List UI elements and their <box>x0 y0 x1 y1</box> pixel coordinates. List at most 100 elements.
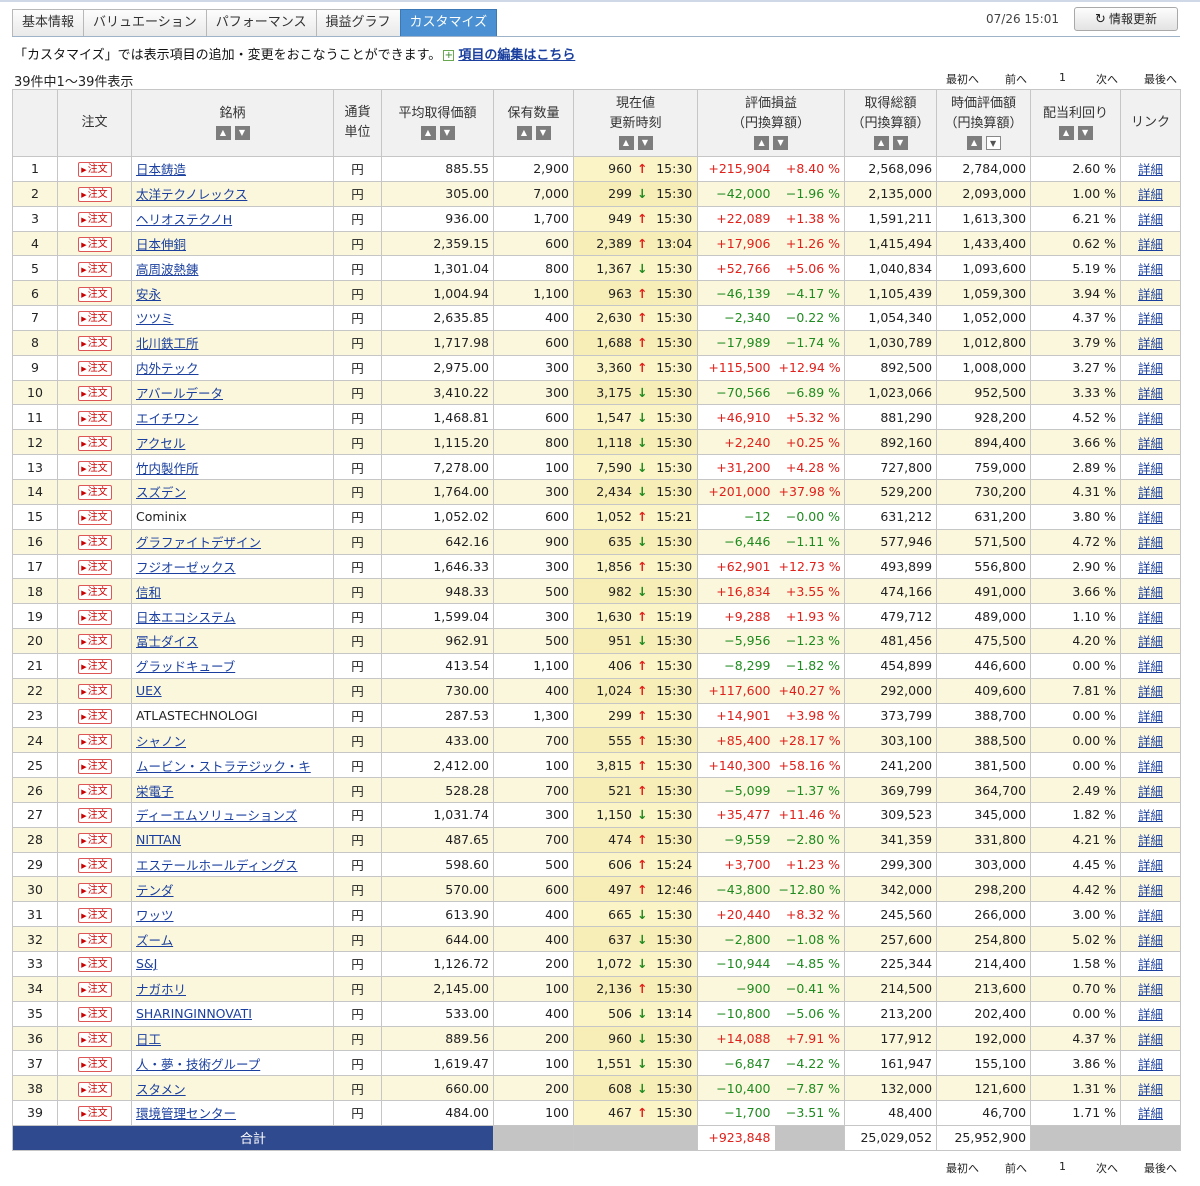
detail-link[interactable]: 詳細 <box>1138 659 1163 674</box>
order-button[interactable]: ▶注文 <box>77 783 112 799</box>
sort-desc-icon[interactable]: ▼ <box>234 126 250 140</box>
sort-asc-icon[interactable]: ▲ <box>420 126 436 140</box>
order-button[interactable]: ▶注文 <box>77 957 112 973</box>
sort-desc-icon[interactable]: ▼ <box>1077 126 1093 140</box>
order-button[interactable]: ▶注文 <box>77 361 112 377</box>
order-button[interactable]: ▶注文 <box>77 808 112 824</box>
stock-name-link[interactable]: エイチワン <box>136 411 199 426</box>
tab-valuation[interactable]: バリュエーション <box>83 9 207 36</box>
order-button[interactable]: ▶注文 <box>77 535 112 551</box>
stock-name-link[interactable]: 日本エコシステム <box>136 610 236 625</box>
order-button[interactable]: ▶注文 <box>77 485 112 501</box>
detail-link[interactable]: 詳細 <box>1138 858 1163 873</box>
detail-link[interactable]: 詳細 <box>1138 982 1163 997</box>
pager-first-link[interactable]: 最初へ <box>946 71 979 87</box>
stock-name-link[interactable]: 冨士ダイス <box>136 634 198 649</box>
order-button[interactable]: ▶注文 <box>77 1056 112 1072</box>
order-button[interactable]: ▶注文 <box>77 858 112 874</box>
detail-link[interactable]: 詳細 <box>1138 709 1163 724</box>
refresh-button[interactable]: ↻ 情報更新 <box>1074 7 1178 31</box>
order-button[interactable]: ▶注文 <box>77 882 112 898</box>
sort-asc-icon[interactable]: ▲ <box>618 136 634 150</box>
order-button[interactable]: ▶注文 <box>77 559 112 575</box>
detail-link[interactable]: 詳細 <box>1138 957 1163 972</box>
detail-link[interactable]: 詳細 <box>1138 461 1163 476</box>
detail-link[interactable]: 詳細 <box>1138 784 1163 799</box>
order-button[interactable]: ▶注文 <box>77 733 112 749</box>
stock-name-link[interactable]: ヘリオステクノH <box>136 212 232 227</box>
pager-next-link[interactable]: 次へ <box>1096 71 1118 87</box>
detail-link[interactable]: 詳細 <box>1138 684 1163 699</box>
stock-name-link[interactable]: 内外テック <box>136 361 199 376</box>
order-button[interactable]: ▶注文 <box>77 1106 112 1122</box>
detail-link[interactable]: 詳細 <box>1138 485 1163 500</box>
stock-name-link[interactable]: ワッツ <box>136 908 174 923</box>
detail-link[interactable]: 詳細 <box>1138 510 1163 525</box>
stock-name-link[interactable]: テンダ <box>136 883 174 898</box>
order-button[interactable]: ▶注文 <box>77 236 112 252</box>
sort-asc-icon[interactable]: ▲ <box>1058 126 1074 140</box>
stock-name-link[interactable]: アバールデータ <box>136 386 223 401</box>
sort-desc-icon[interactable]: ▼ <box>773 136 789 150</box>
pager-last-link[interactable]: 最後へ <box>1144 71 1177 87</box>
stock-name-link[interactable]: 高周波熱錬 <box>136 262 199 277</box>
stock-name-link[interactable]: 環境管理センター <box>136 1106 236 1121</box>
detail-link[interactable]: 詳細 <box>1138 1032 1163 1047</box>
order-button[interactable]: ▶注文 <box>77 212 112 228</box>
detail-link[interactable]: 詳細 <box>1138 436 1163 451</box>
detail-link[interactable]: 詳細 <box>1138 162 1163 177</box>
detail-link[interactable]: 詳細 <box>1138 933 1163 948</box>
order-button[interactable]: ▶注文 <box>77 311 112 327</box>
stock-name-link[interactable]: 安永 <box>136 287 161 302</box>
sort-desc-icon[interactable]: ▼ <box>535 126 551 140</box>
stock-name-link[interactable]: スタメン <box>136 1082 186 1097</box>
order-button[interactable]: ▶注文 <box>77 187 112 203</box>
detail-link[interactable]: 詳細 <box>1138 336 1163 351</box>
order-button[interactable]: ▶注文 <box>77 162 112 178</box>
edit-items-link[interactable]: 項目の編集はこちら <box>458 48 575 63</box>
order-button[interactable]: ▶注文 <box>77 1007 112 1023</box>
order-button[interactable]: ▶注文 <box>77 410 112 426</box>
order-button[interactable]: ▶注文 <box>77 435 112 451</box>
pager-first-link[interactable]: 最初へ <box>946 1160 979 1176</box>
pager-prev-link[interactable]: 前へ <box>1005 71 1027 87</box>
stock-name-link[interactable]: SHARINGINNOVATI <box>136 1006 252 1021</box>
sort-asc-icon[interactable]: ▲ <box>516 126 532 140</box>
stock-name-link[interactable]: 北川鉄工所 <box>136 336 199 351</box>
order-button[interactable]: ▶注文 <box>77 261 112 277</box>
stock-name-link[interactable]: ディーエムソリューションズ <box>136 808 297 823</box>
order-button[interactable]: ▶注文 <box>77 708 112 724</box>
order-button[interactable]: ▶注文 <box>77 982 112 998</box>
stock-name-link[interactable]: 太洋テクノレックス <box>136 187 247 202</box>
detail-link[interactable]: 詳細 <box>1138 634 1163 649</box>
stock-name-link[interactable]: 日工 <box>136 1032 161 1047</box>
stock-name-link[interactable]: 日本鋳造 <box>136 162 186 177</box>
detail-link[interactable]: 詳細 <box>1138 1007 1163 1022</box>
sort-asc-icon[interactable]: ▲ <box>215 126 231 140</box>
detail-link[interactable]: 詳細 <box>1138 1057 1163 1072</box>
order-button[interactable]: ▶注文 <box>77 460 112 476</box>
pager-next-link[interactable]: 次へ <box>1096 1160 1118 1176</box>
order-button[interactable]: ▶注文 <box>77 1031 112 1047</box>
order-button[interactable]: ▶注文 <box>77 609 112 625</box>
detail-link[interactable]: 詳細 <box>1138 237 1163 252</box>
detail-link[interactable]: 詳細 <box>1138 610 1163 625</box>
detail-link[interactable]: 詳細 <box>1138 386 1163 401</box>
sort-asc-icon[interactable]: ▲ <box>754 136 770 150</box>
order-button[interactable]: ▶注文 <box>77 932 112 948</box>
detail-link[interactable]: 詳細 <box>1138 734 1163 749</box>
sort-desc-icon[interactable]: ▼ <box>439 126 455 140</box>
stock-name-link[interactable]: シャノン <box>136 734 186 749</box>
sort-asc-icon[interactable]: ▲ <box>873 136 889 150</box>
pager-last-link[interactable]: 最後へ <box>1144 1160 1177 1176</box>
detail-link[interactable]: 詳細 <box>1138 187 1163 202</box>
stock-name-link[interactable]: 栄電子 <box>136 784 174 799</box>
order-button[interactable]: ▶注文 <box>77 659 112 675</box>
order-button[interactable]: ▶注文 <box>77 684 112 700</box>
order-button[interactable]: ▶注文 <box>77 634 112 650</box>
stock-name-link[interactable]: グラファイトデザイン <box>136 535 261 550</box>
order-button[interactable]: ▶注文 <box>77 386 112 402</box>
stock-name-link[interactable]: ツツミ <box>136 311 174 326</box>
detail-link[interactable]: 詳細 <box>1138 833 1163 848</box>
detail-link[interactable]: 詳細 <box>1138 361 1163 376</box>
